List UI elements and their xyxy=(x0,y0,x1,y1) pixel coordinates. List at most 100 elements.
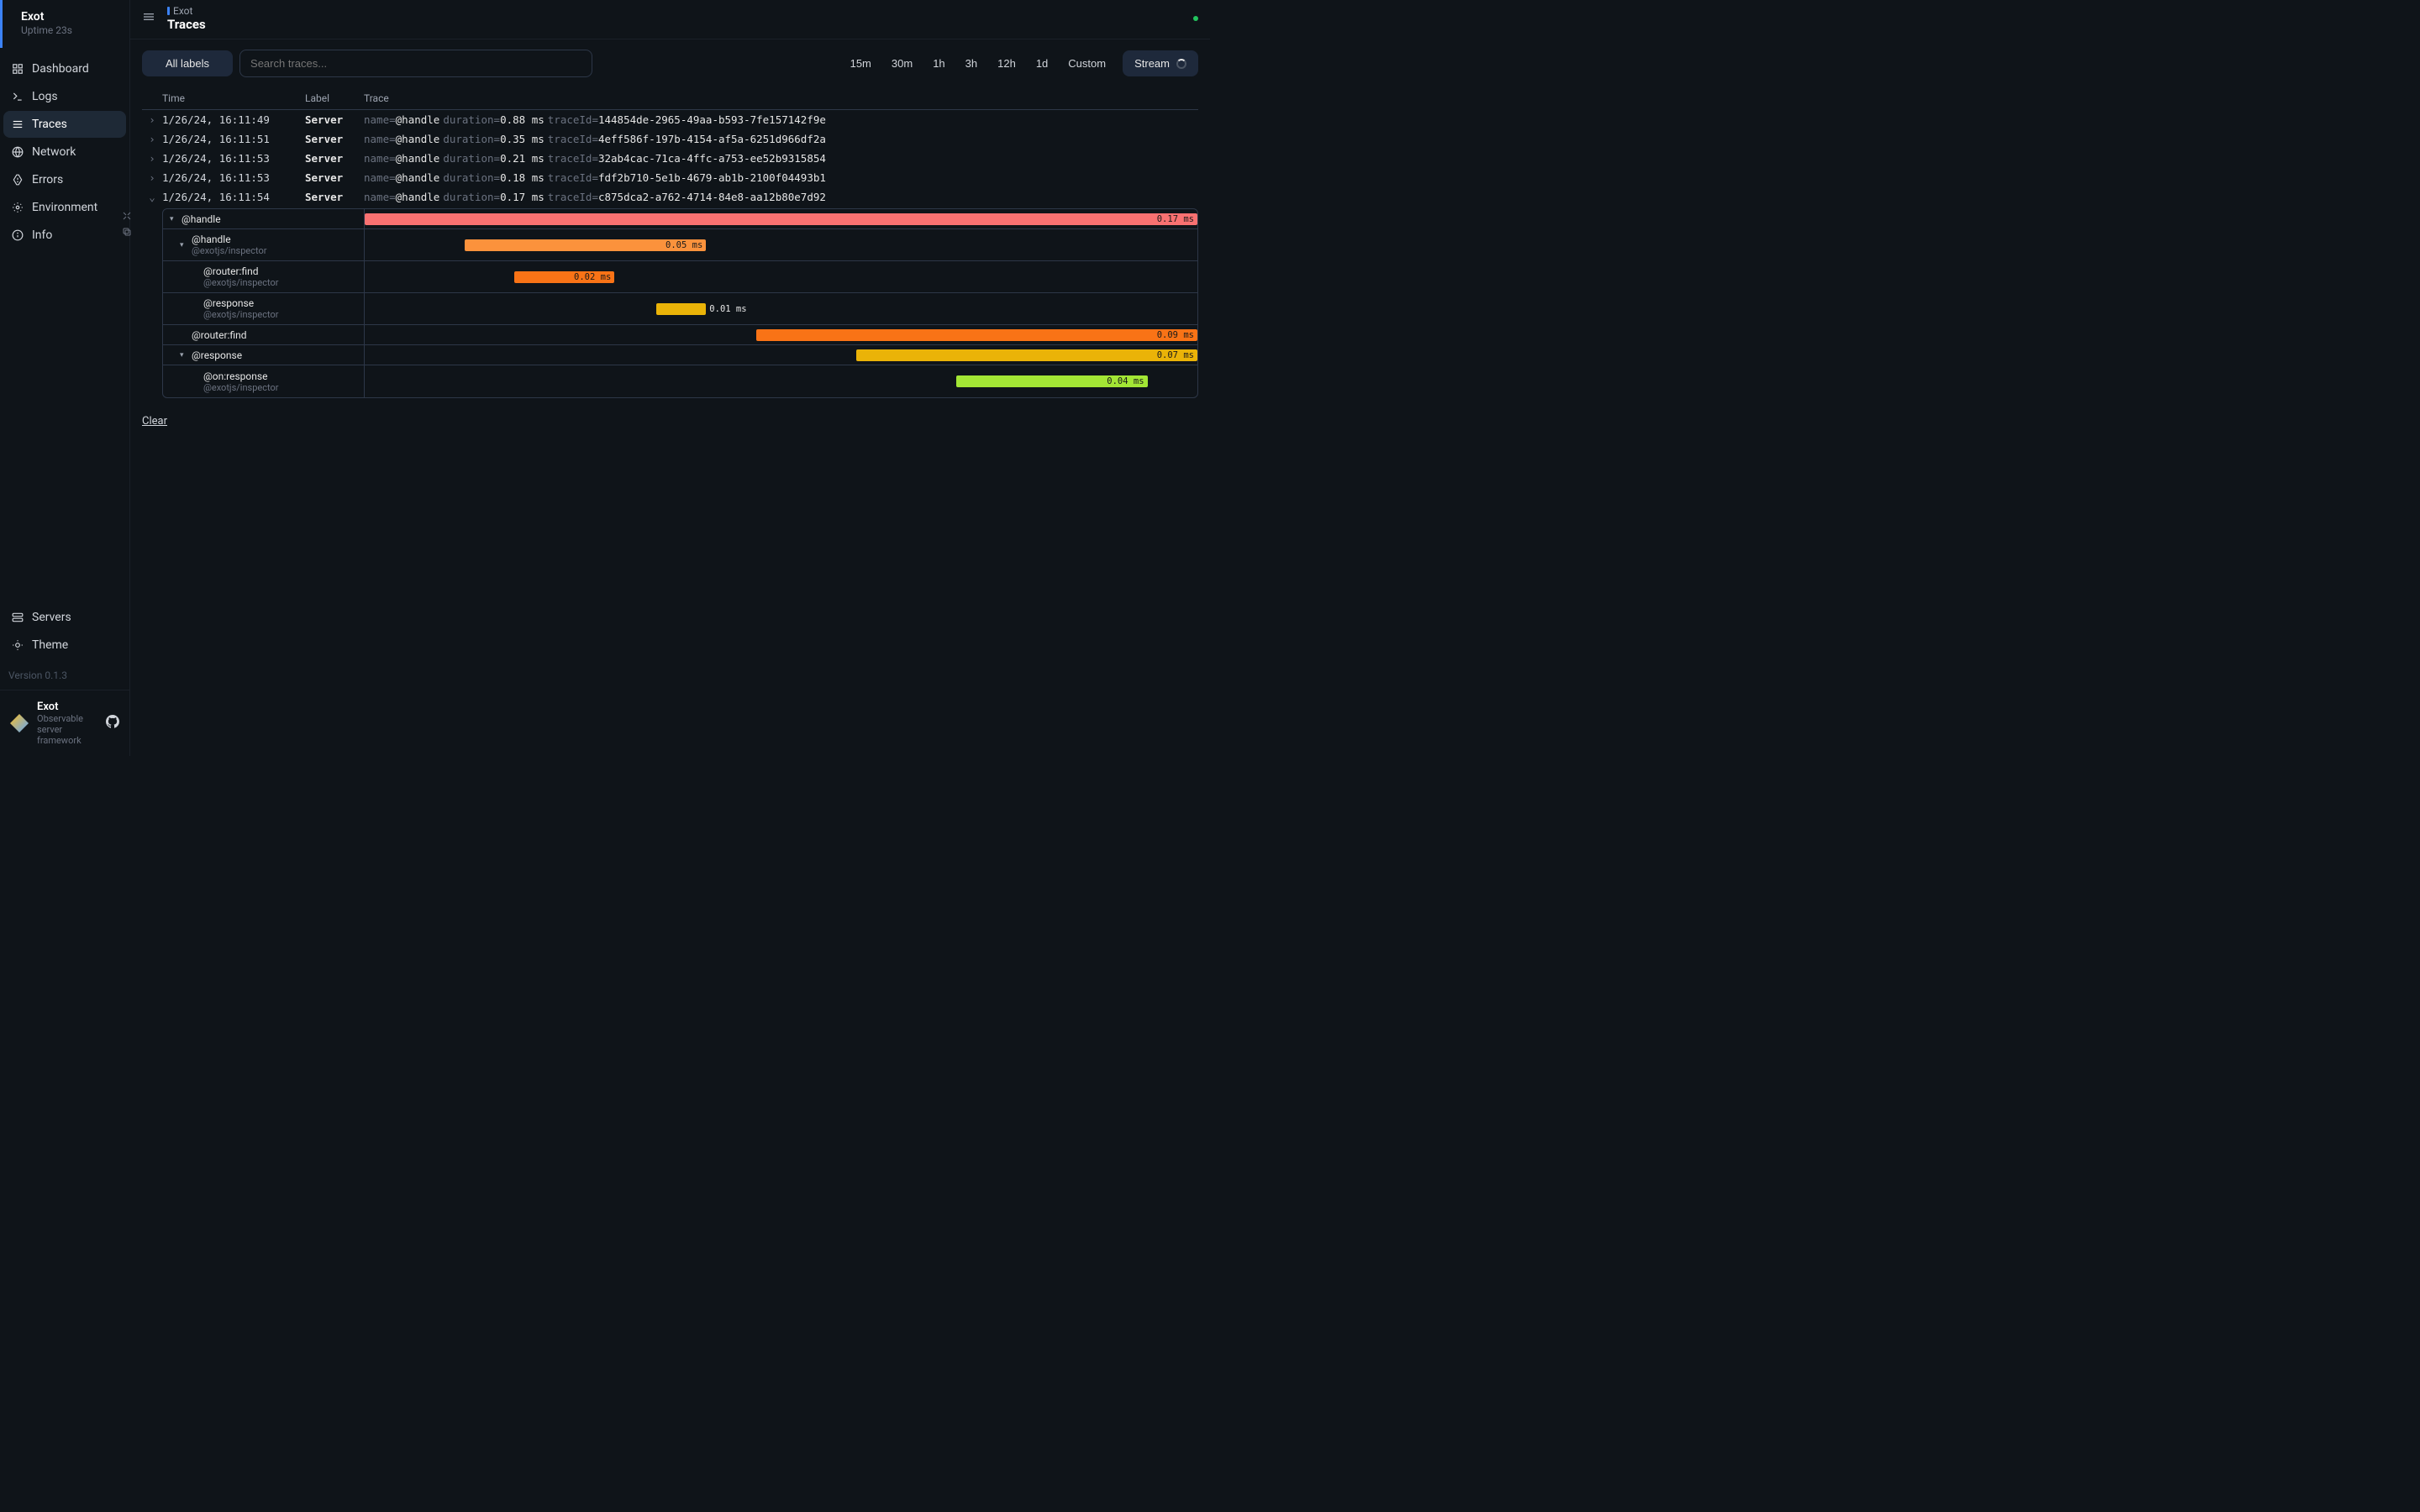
trace-summary: name=@handle duration=0.21 ms traceId=32… xyxy=(364,152,1198,165)
col-time: Time xyxy=(162,92,305,104)
waterfall-row[interactable]: @router:find 0.09 ms xyxy=(163,325,1197,345)
time-range-1d[interactable]: 1d xyxy=(1028,50,1056,76)
sidebar-item-logs[interactable]: Logs xyxy=(3,83,126,110)
span-bar: 0.02 ms xyxy=(514,271,614,283)
waterfall-row[interactable]: ▾ @handle 0.17 ms xyxy=(163,209,1197,229)
trace-summary: name=@handle duration=0.17 ms traceId=c8… xyxy=(364,191,1198,203)
clear-link[interactable]: Clear xyxy=(130,398,1210,444)
time-range-30m[interactable]: 30m xyxy=(883,50,921,76)
waterfall-row[interactable]: @response @exotjs/inspector 0.01 ms xyxy=(163,293,1197,325)
labels-filter-button[interactable]: All labels xyxy=(142,50,233,76)
trace-label: Server xyxy=(305,191,364,203)
sidebar-item-label: Dashboard xyxy=(32,62,89,76)
trace-summary: name=@handle duration=0.35 ms traceId=4e… xyxy=(364,133,1198,145)
sidebar-item-environment[interactable]: Environment xyxy=(3,194,126,221)
trace-row[interactable]: › 1/26/24, 16:11:51 Server name=@handle … xyxy=(142,129,1198,149)
span-label: @router:find xyxy=(163,325,365,344)
breadcrumb-indicator-icon xyxy=(167,7,170,15)
span-bar-area: 0.01 ms xyxy=(365,293,1197,324)
chevron-right-icon: › xyxy=(142,113,162,126)
waterfall-row[interactable]: ▾ @response 0.07 ms xyxy=(163,345,1197,365)
span-bar-area: 0.09 ms xyxy=(365,325,1197,344)
span-label: @on:response @exotjs/inspector xyxy=(163,365,365,397)
github-icon[interactable] xyxy=(106,715,119,732)
span-label: @router:find @exotjs/inspector xyxy=(163,261,365,292)
network-icon xyxy=(12,146,24,158)
sidebar-item-info[interactable]: Info xyxy=(3,222,126,249)
toolbar: All labels 15m30m1h3h12h1dCustom Stream xyxy=(130,39,1210,87)
sidebar-item-label: Logs xyxy=(32,90,58,103)
time-range-1h[interactable]: 1h xyxy=(924,50,953,76)
span-bar-area: 0.17 ms xyxy=(365,209,1197,228)
footer-subtitle: Observable server framework xyxy=(37,713,97,746)
span-bar-area: 0.05 ms xyxy=(365,229,1197,260)
table-header: Time Label Trace xyxy=(142,87,1198,110)
span-name: @router:find xyxy=(192,329,247,341)
status-indicator-icon xyxy=(1193,16,1198,21)
span-name: @on:response xyxy=(203,370,278,382)
copy-icon[interactable] xyxy=(122,227,132,240)
time-range-group: 15m30m1h3h12h1dCustom Stream xyxy=(842,50,1198,76)
time-range-15m[interactable]: 15m xyxy=(842,50,880,76)
sidebar-item-errors[interactable]: Errors xyxy=(3,166,126,193)
waterfall-row[interactable]: ▾ @handle @exotjs/inspector 0.05 ms xyxy=(163,229,1197,261)
traces-table: Time Label Trace › 1/26/24, 16:11:49 Ser… xyxy=(130,87,1210,398)
expand-icon[interactable] xyxy=(122,211,132,224)
span-label: ▾ @handle xyxy=(163,209,365,228)
span-bar-area: 0.02 ms xyxy=(365,261,1197,292)
time-range-custom[interactable]: Custom xyxy=(1060,50,1114,76)
stream-button[interactable]: Stream xyxy=(1123,50,1198,76)
span-bar: 0.05 ms xyxy=(465,239,706,251)
sidebar-item-dashboard[interactable]: Dashboard xyxy=(3,55,126,82)
span-duration: 0.17 ms xyxy=(1157,214,1194,224)
chevron-right-icon: › xyxy=(142,152,162,165)
sidebar-item-servers[interactable]: Servers xyxy=(3,604,126,631)
sidebar-item-network[interactable]: Network xyxy=(3,139,126,165)
trace-label: Server xyxy=(305,133,364,145)
span-bar: 0.09 ms xyxy=(756,329,1197,341)
chevron-down-icon: ▾ xyxy=(180,351,188,360)
nav-bottom: ServersTheme xyxy=(0,596,129,666)
sidebar-footer: Exot Observable server framework xyxy=(0,690,129,756)
time-range-12h[interactable]: 12h xyxy=(989,50,1024,76)
time-range-3h[interactable]: 3h xyxy=(957,50,986,76)
span-name: @response xyxy=(203,297,278,309)
waterfall-row[interactable]: @router:find @exotjs/inspector 0.02 ms xyxy=(163,261,1197,293)
sidebar-item-label: Errors xyxy=(32,173,63,186)
trace-row[interactable]: › 1/26/24, 16:11:49 Server name=@handle … xyxy=(142,110,1198,129)
span-bar: 0.17 ms xyxy=(365,213,1197,225)
info-icon xyxy=(12,229,24,241)
logs-icon xyxy=(12,91,24,102)
sidebar: Exot Uptime 23s Dashboard Logs TracesNetwo… xyxy=(0,0,130,756)
menu-toggle-icon[interactable] xyxy=(142,10,155,27)
trace-row[interactable]: › 1/26/24, 16:11:53 Server name=@handle … xyxy=(142,149,1198,168)
sidebar-item-label: Environment xyxy=(32,201,97,214)
nav-main: Dashboard Logs TracesNetwork Errors Environm… xyxy=(0,48,129,596)
trace-summary: name=@handle duration=0.88 ms traceId=14… xyxy=(364,113,1198,126)
waterfall-row[interactable]: @on:response @exotjs/inspector 0.04 ms xyxy=(163,365,1197,397)
search-input[interactable] xyxy=(239,50,592,77)
span-label: ▾ @handle @exotjs/inspector xyxy=(163,229,365,260)
span-bar-area: 0.07 ms xyxy=(365,345,1197,365)
sidebar-header: Exot Uptime 23s xyxy=(0,0,129,48)
col-trace: Trace xyxy=(364,92,1198,104)
trace-row[interactable]: › 1/26/24, 16:11:53 Server name=@handle … xyxy=(142,168,1198,187)
span-bar-area: 0.04 ms xyxy=(365,365,1197,397)
span-module: @exotjs/inspector xyxy=(203,309,278,320)
trace-label: Server xyxy=(305,171,364,184)
app-name: Exot xyxy=(21,10,119,24)
sidebar-item-traces[interactable]: Traces xyxy=(3,111,126,138)
span-module: @exotjs/inspector xyxy=(203,277,278,288)
trace-time: 1/26/24, 16:11:53 xyxy=(162,152,305,165)
footer-title: Exot xyxy=(37,701,97,713)
sidebar-item-theme[interactable]: Theme xyxy=(3,632,126,659)
exot-logo-icon xyxy=(10,714,29,732)
environment-icon xyxy=(12,202,24,213)
trace-label: Server xyxy=(305,152,364,165)
trace-time: 1/26/24, 16:11:53 xyxy=(162,171,305,184)
page-title: Traces xyxy=(167,17,1181,32)
span-duration: 0.09 ms xyxy=(1157,330,1194,340)
trace-row[interactable]: ⌄ 1/26/24, 16:11:54 Server name=@handle … xyxy=(142,187,1198,207)
breadcrumb: Exot Traces xyxy=(167,5,1181,32)
span-duration: 0.07 ms xyxy=(1157,350,1194,360)
